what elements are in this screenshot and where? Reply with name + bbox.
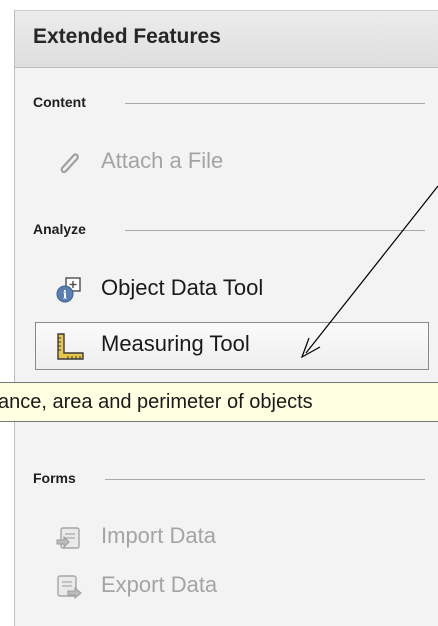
panel-header[interactable]: Extended Features <box>15 10 438 68</box>
paperclip-icon <box>55 149 83 177</box>
section-divider-content <box>125 103 425 104</box>
tool-import-data[interactable]: Import Data <box>35 514 429 562</box>
tool-export-data[interactable]: Export Data <box>35 563 429 611</box>
import-data-icon <box>55 524 83 552</box>
section-divider-forms <box>105 479 425 480</box>
tool-attach-file[interactable]: Attach a File <box>35 139 429 187</box>
section-label-content: Content <box>33 94 86 110</box>
svg-text:i: i <box>63 289 67 302</box>
tooltip: ance, area and perimeter of objects <box>0 382 438 422</box>
screenshot-stage: Extended Features Content Attach a File … <box>0 0 438 626</box>
tool-measuring[interactable]: Measuring Tool <box>35 322 429 370</box>
tooltip-text: ance, area and perimeter of objects <box>0 391 313 413</box>
section-label-analyze: Analyze <box>33 221 86 237</box>
tool-object-data[interactable]: i Object Data Tool <box>35 266 429 314</box>
section-label-forms: Forms <box>33 470 76 486</box>
extended-features-panel: Extended Features Content Attach a File … <box>14 10 438 626</box>
tool-label: Attach a File <box>101 148 224 173</box>
ruler-icon <box>55 332 84 360</box>
tool-label: Export Data <box>101 572 218 597</box>
tool-label: Object Data Tool <box>101 275 264 300</box>
export-data-icon <box>55 573 83 601</box>
panel-title: Extended Features <box>33 25 221 48</box>
section-divider-analyze <box>125 230 425 231</box>
object-data-icon: i <box>55 276 83 304</box>
tool-label: Measuring Tool <box>101 331 250 356</box>
top-strip <box>0 0 438 10</box>
tool-label: Import Data <box>101 523 216 548</box>
